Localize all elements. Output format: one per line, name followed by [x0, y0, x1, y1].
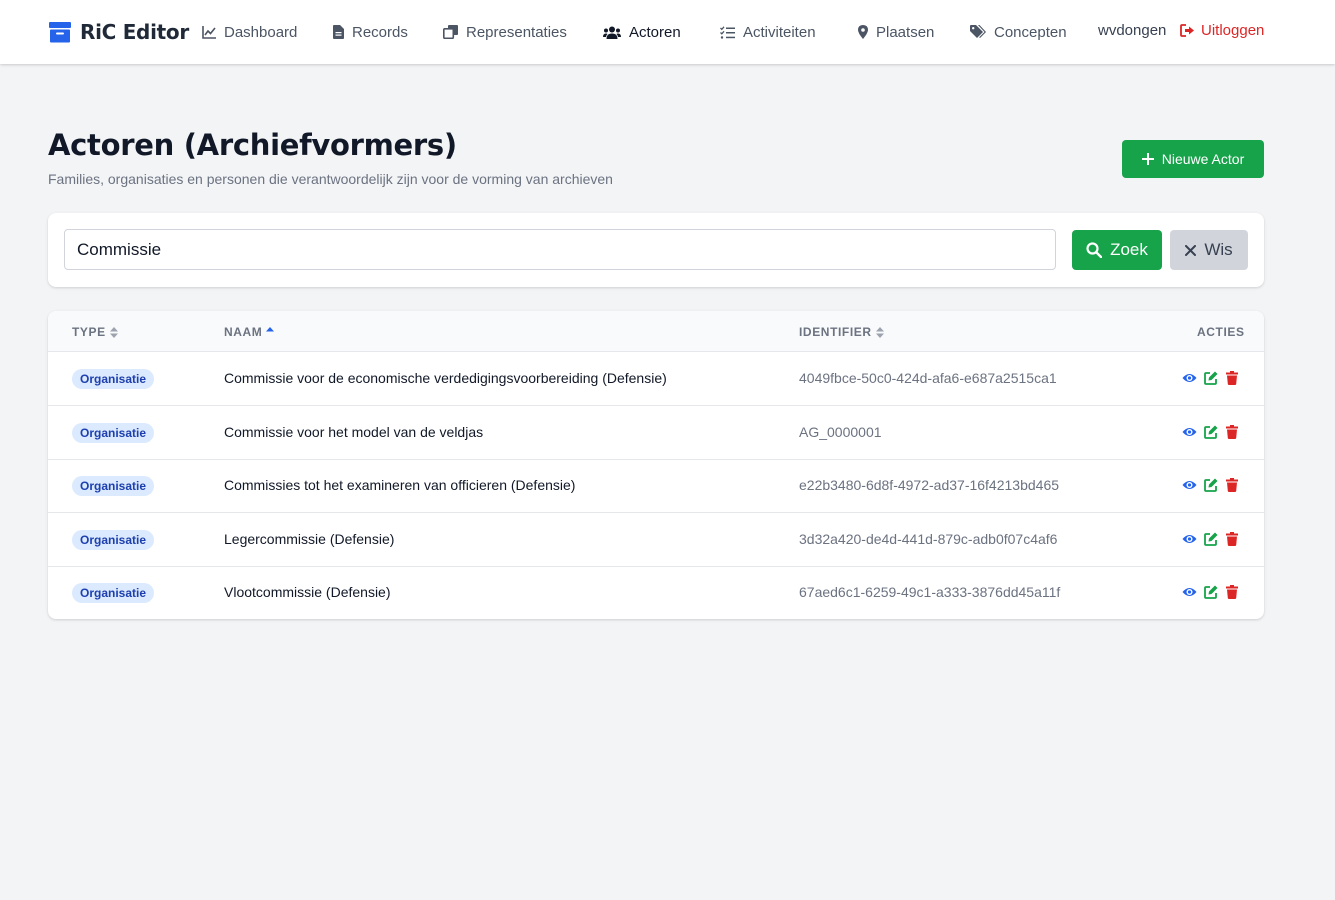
nav-label: Dashboard — [224, 23, 298, 41]
actor-identifier: AG_0000001 — [799, 424, 882, 440]
column-header-type[interactable]: TYPE — [72, 325, 118, 339]
nav-item-actoren[interactable]: Actoren — [603, 22, 681, 42]
close-icon — [1185, 244, 1197, 256]
view-icon[interactable] — [1182, 532, 1197, 546]
table-row[interactable]: Organisatie Vlootcommissie (Defensie) 67… — [48, 566, 1264, 619]
view-icon[interactable] — [1182, 425, 1197, 439]
nav-item-plaatsen[interactable]: Plaatsen — [858, 22, 934, 42]
actor-name[interactable]: Commissies tot het examineren van offici… — [224, 477, 575, 493]
row-actions — [1182, 371, 1240, 385]
delete-icon[interactable] — [1226, 585, 1240, 599]
type-badge: Organisatie — [72, 530, 155, 550]
table-header: TYPE NAAM IDENTIFIER ACTIES — [48, 311, 1264, 352]
column-label: ACTIES — [1197, 325, 1245, 339]
nav-item-activiteiten[interactable]: Activiteiten — [720, 22, 816, 42]
column-label: NAAM — [224, 325, 263, 339]
column-label: TYPE — [72, 325, 106, 339]
user-name: wvdongen — [1098, 22, 1167, 39]
edit-icon[interactable] — [1204, 585, 1218, 599]
nav-item-records[interactable]: Records — [333, 22, 408, 42]
type-badge: Organisatie — [72, 423, 155, 443]
column-header-acties: ACTIES — [1197, 325, 1245, 339]
actor-name[interactable]: Commissie voor het model van de veldjas — [224, 424, 483, 440]
delete-icon[interactable] — [1226, 371, 1240, 385]
brand-link[interactable]: RiC Editor — [48, 18, 189, 46]
map-marker-icon — [858, 25, 868, 39]
table-row[interactable]: Organisatie Legercommissie (Defensie) 3d… — [48, 513, 1264, 567]
page-subtitle: Families, organisaties en personen die v… — [48, 171, 613, 187]
sort-icon — [875, 326, 884, 338]
edit-icon[interactable] — [1204, 478, 1218, 492]
type-badge: Organisatie — [72, 369, 155, 389]
actor-identifier: 67aed6c1-6259-49c1-a333-3876dd45a11f — [799, 584, 1061, 600]
sort-asc-icon — [266, 326, 275, 331]
app-name: RiC Editor — [80, 20, 189, 44]
clear-button[interactable]: Wis — [1170, 230, 1248, 270]
row-actions — [1182, 532, 1240, 546]
sign-out-icon — [1180, 24, 1194, 37]
sort-icon — [109, 326, 118, 338]
archive-box-icon — [49, 22, 71, 43]
file-icon — [333, 25, 344, 39]
row-actions — [1182, 585, 1240, 599]
row-actions — [1182, 425, 1240, 439]
nav-item-representaties[interactable]: Representaties — [443, 22, 567, 42]
search-button[interactable]: Zoek — [1072, 230, 1162, 270]
actor-identifier: e22b3480-6d8f-4972-ad37-16f4213bd465 — [799, 477, 1060, 493]
logout-label: Uitloggen — [1201, 22, 1265, 39]
logout-button[interactable]: Uitloggen — [1180, 22, 1264, 39]
view-icon[interactable] — [1182, 371, 1197, 385]
nav-label: Plaatsen — [876, 23, 935, 41]
edit-icon[interactable] — [1204, 532, 1218, 546]
type-badge: Organisatie — [72, 583, 155, 603]
table-row[interactable]: Organisatie Commissie voor het model van… — [48, 406, 1264, 460]
navbar: RiC Editor Dashboard Records Representat… — [0, 0, 1335, 64]
view-icon[interactable] — [1182, 478, 1197, 492]
delete-icon[interactable] — [1226, 425, 1240, 439]
actor-identifier: 4049fbce-50c0-424d-afa6-e687a2515ca1 — [799, 370, 1057, 386]
edit-icon[interactable] — [1204, 371, 1218, 385]
nav-item-concepten[interactable]: Concepten — [970, 22, 1067, 42]
actors-table: TYPE NAAM IDENTIFIER ACTIES Organisatie … — [48, 311, 1264, 619]
users-icon — [603, 26, 621, 39]
delete-icon[interactable] — [1226, 478, 1240, 492]
table-row[interactable]: Organisatie Commissies tot het examinere… — [48, 459, 1264, 513]
search-input[interactable] — [64, 229, 1056, 270]
chart-line-icon — [202, 25, 216, 39]
table-row[interactable]: Organisatie Commissie voor de economisch… — [48, 352, 1264, 406]
row-actions — [1182, 478, 1240, 492]
view-icon[interactable] — [1182, 585, 1197, 599]
delete-icon[interactable] — [1226, 532, 1240, 546]
actor-identifier: 3d32a420-de4d-441d-879c-adb0f07c4af6 — [799, 531, 1058, 547]
column-label: IDENTIFIER — [799, 325, 872, 339]
page-title: Actoren (Archiefvormers) — [48, 128, 457, 162]
tags-icon — [970, 25, 986, 38]
nav-label: Records — [352, 23, 408, 41]
nav-item-dashboard[interactable]: Dashboard — [202, 22, 297, 42]
actor-name[interactable]: Commissie voor de economische verdedigin… — [224, 370, 667, 386]
nav-label: Representaties — [466, 23, 567, 41]
nav-label: Activiteiten — [743, 23, 816, 41]
tasks-icon — [720, 25, 735, 39]
search-icon — [1086, 242, 1103, 258]
plus-icon — [1141, 153, 1154, 165]
copy-icon — [443, 25, 458, 39]
actor-name[interactable]: Legercommissie (Defensie) — [224, 531, 394, 547]
column-header-identifier[interactable]: IDENTIFIER — [799, 325, 884, 339]
actor-name[interactable]: Vlootcommissie (Defensie) — [224, 584, 391, 600]
type-badge: Organisatie — [72, 476, 155, 496]
clear-button-label: Wis — [1204, 240, 1233, 259]
search-button-label: Zoek — [1110, 240, 1148, 259]
edit-icon[interactable] — [1204, 425, 1218, 439]
new-actor-label: Nieuwe Actor — [1161, 151, 1245, 167]
new-actor-button[interactable]: Nieuwe Actor — [1122, 140, 1264, 178]
nav-label: Concepten — [994, 23, 1067, 41]
search-card: Zoek Wis — [48, 213, 1264, 287]
column-header-naam[interactable]: NAAM — [224, 325, 275, 339]
nav-label: Actoren — [629, 23, 681, 41]
